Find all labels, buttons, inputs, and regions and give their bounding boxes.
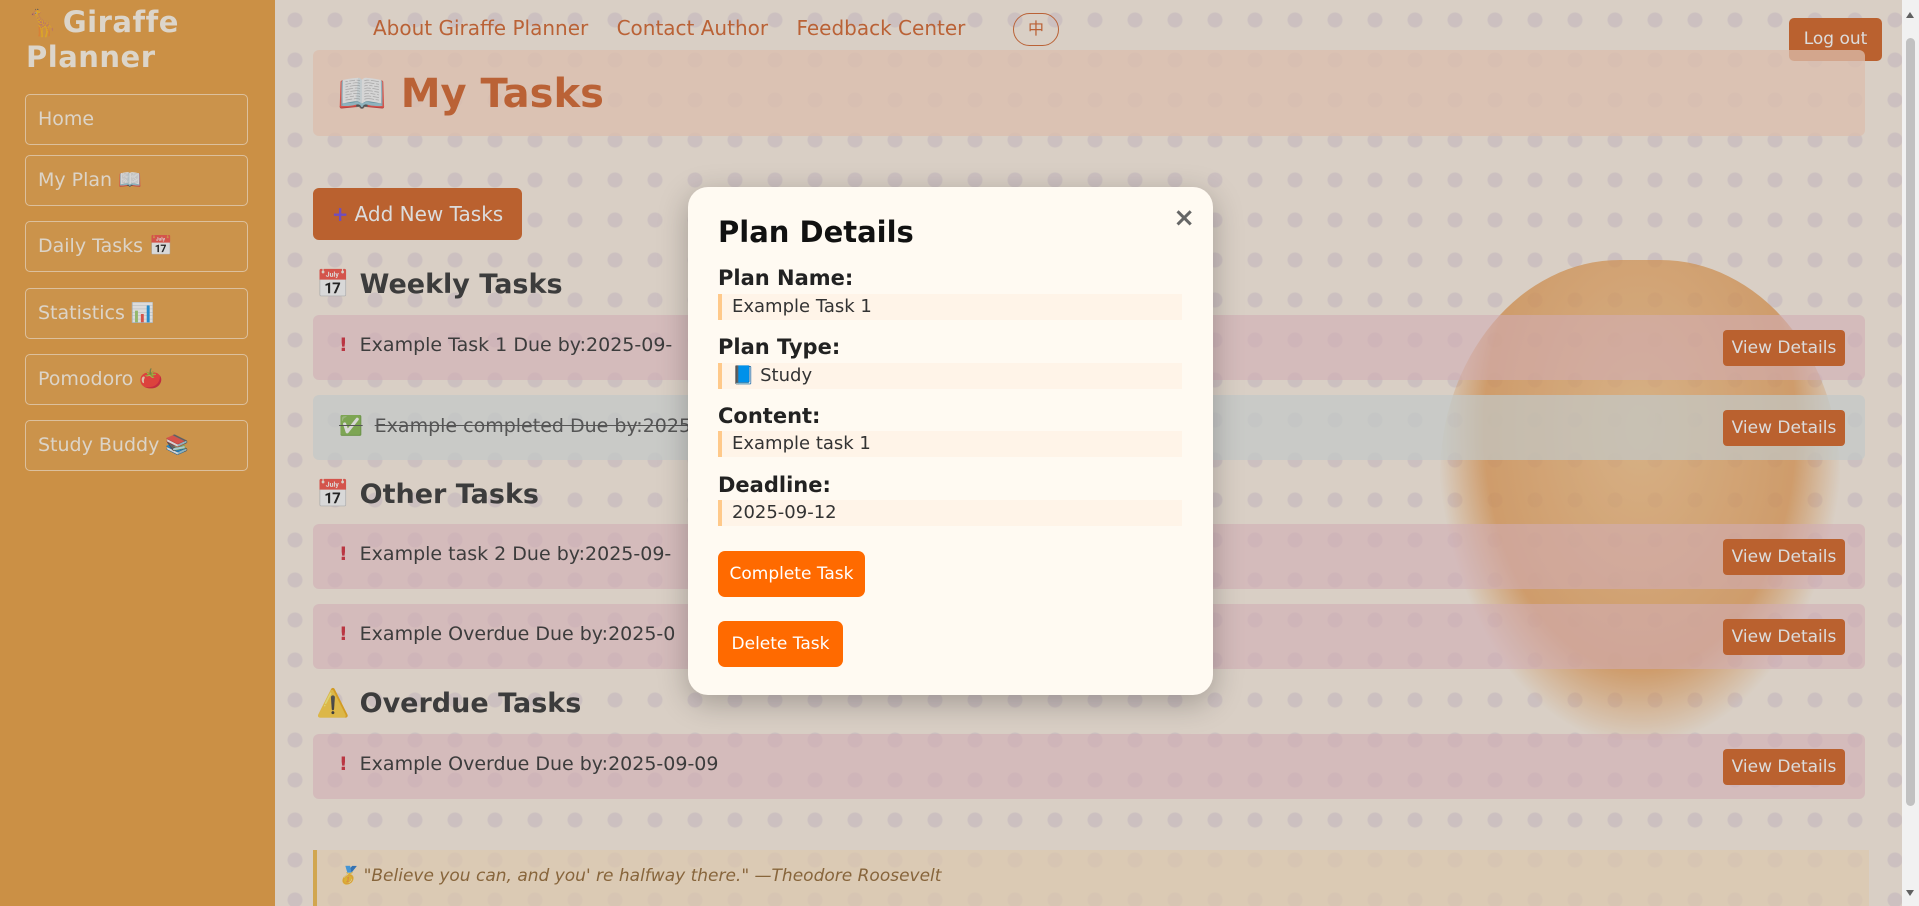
plan-type-label: Plan Type: bbox=[718, 335, 841, 359]
content-label: Content: bbox=[718, 404, 821, 428]
plan-details-modal: × Plan Details Plan Name: Example Task 1… bbox=[688, 187, 1213, 695]
complete-task-button[interactable]: Complete Task bbox=[718, 551, 865, 597]
close-icon[interactable]: × bbox=[1173, 203, 1195, 233]
deadline-value: 2025-09-12 bbox=[718, 500, 1182, 526]
modal-title: Plan Details bbox=[718, 215, 914, 249]
plan-name-label: Plan Name: bbox=[718, 266, 854, 290]
delete-task-button[interactable]: Delete Task bbox=[718, 621, 843, 667]
scroll-up-arrow-icon[interactable] bbox=[1906, 12, 1914, 18]
scrollbar[interactable] bbox=[1902, 0, 1919, 906]
scrollbar-thumb[interactable] bbox=[1906, 38, 1915, 806]
plan-name-value: Example Task 1 bbox=[718, 294, 1182, 320]
scroll-down-arrow-icon[interactable] bbox=[1906, 890, 1914, 896]
content-value: Example task 1 bbox=[718, 431, 1182, 457]
deadline-label: Deadline: bbox=[718, 473, 831, 497]
plan-type-value: 📘 Study bbox=[718, 363, 1182, 389]
